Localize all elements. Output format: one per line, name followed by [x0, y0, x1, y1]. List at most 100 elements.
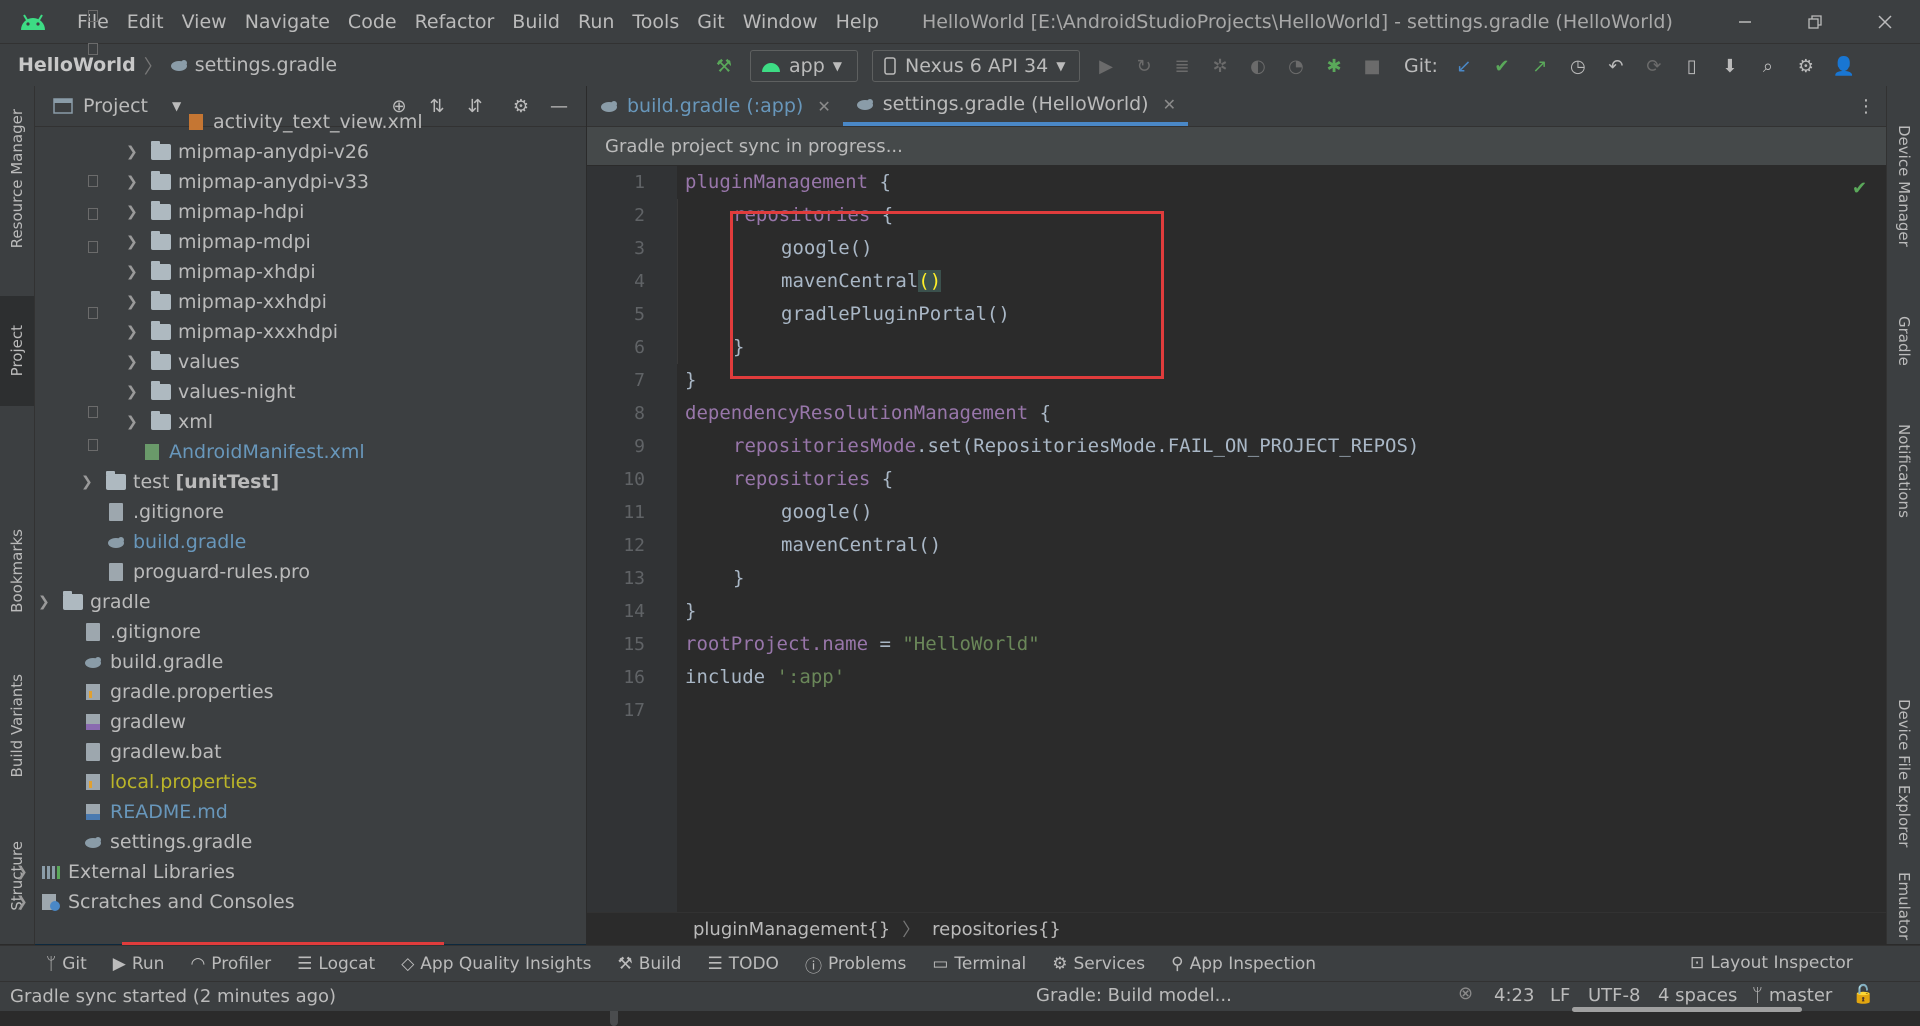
tab-project[interactable]: Project — [0, 296, 34, 406]
menu-window[interactable]: Window — [734, 11, 827, 33]
chevron-right-icon[interactable]: ❯ — [126, 167, 140, 197]
more-options-icon[interactable]: ⋮ — [1854, 94, 1878, 118]
fold-marker-icon[interactable] — [88, 241, 98, 253]
tree-item[interactable]: gradle.properties — [82, 677, 274, 707]
indent-setting[interactable]: 4 spaces — [1658, 985, 1737, 1006]
menu-edit[interactable]: Edit — [118, 11, 173, 33]
breadcrumb-plugin-management[interactable]: pluginManagement{} — [693, 919, 890, 940]
menu-view[interactable]: View — [173, 11, 236, 33]
tree-item[interactable]: ❯ Scratches and Consoles — [16, 887, 295, 917]
breadcrumb-project[interactable]: HelloWorld — [18, 54, 136, 76]
close-window-button[interactable] — [1850, 0, 1920, 43]
code-line[interactable]: repositories { — [733, 463, 893, 496]
background-task-label[interactable]: Gradle: Build model... — [1036, 985, 1232, 1006]
device-select[interactable]: Nexus 6 API 34 ▼ — [872, 50, 1080, 82]
chevron-right-icon[interactable]: ❯ — [126, 317, 140, 347]
tab-bookmarks[interactable]: Bookmarks — [0, 516, 34, 626]
apply-changes-icon[interactable]: ≣ — [1170, 54, 1194, 78]
breadcrumb-repositories[interactable]: repositories{} — [932, 919, 1061, 940]
tree-item[interactable]: ❯ mipmap-xxxhdpi — [126, 317, 338, 347]
run-config-select[interactable]: app ▼ — [750, 50, 858, 82]
project-view-select[interactable]: Project ▼ — [53, 95, 181, 117]
stop-icon[interactable]: ■ — [1360, 54, 1384, 78]
tree-item[interactable]: ❯ values-night — [126, 377, 296, 407]
git-branch-widget[interactable]: ᛘ master — [1752, 985, 1832, 1006]
tool-profiler[interactable]: ◠ Profiler — [190, 954, 271, 974]
expand-all-icon[interactable]: ⇅ — [425, 94, 449, 118]
device-manager-icon[interactable]: ▯ — [1680, 54, 1704, 78]
chevron-right-icon[interactable]: ❯ — [81, 467, 95, 497]
chevron-right-icon[interactable]: ❯ — [16, 887, 30, 917]
tree-item[interactable]: gradlew — [82, 707, 186, 737]
sync-gradle-icon[interactable]: ⟳ — [1642, 54, 1666, 78]
search-icon[interactable]: ⌕ — [1756, 54, 1780, 78]
tab-emulator[interactable]: Emulator — [1887, 866, 1920, 946]
tree-item[interactable]: ❯ gradle — [38, 587, 151, 617]
code-line[interactable]: repositoriesMode.set(RepositoriesMode.FA… — [733, 430, 1419, 463]
collapse-all-icon[interactable]: ⇵ — [463, 94, 487, 118]
tree-item[interactable]: activity_text_view.xml — [185, 107, 423, 137]
rerun-icon[interactable]: ↻ — [1132, 54, 1156, 78]
chevron-right-icon[interactable]: ❯ — [126, 347, 140, 377]
tree-item[interactable]: ❯ mipmap-anydpi-v33 — [126, 167, 369, 197]
tree-item[interactable]: AndroidManifest.xml — [141, 437, 365, 467]
tool-app-inspection[interactable]: ⚲ App Inspection — [1171, 954, 1316, 974]
options-gear-icon[interactable]: ⚙ — [509, 94, 533, 118]
avatar[interactable]: 👤 — [1832, 54, 1856, 78]
tree-item[interactable]: settings.gradle — [82, 827, 252, 857]
menu-help[interactable]: Help — [827, 11, 888, 33]
gear-icon[interactable]: ⚙ — [1794, 54, 1818, 78]
tab-device-manager[interactable]: Device Manager — [1887, 106, 1920, 266]
code-line[interactable]: google() — [781, 496, 873, 529]
chevron-right-icon[interactable]: ❯ — [126, 287, 140, 317]
code-line[interactable]: dependencyResolutionManagement { — [685, 397, 1051, 430]
coverage-icon[interactable]: ◔ — [1284, 54, 1308, 78]
code-line[interactable]: } — [685, 595, 696, 628]
git-push-icon[interactable]: ↗ — [1528, 54, 1552, 78]
chevron-right-icon[interactable]: ❯ — [126, 407, 140, 437]
fold-marker-icon[interactable] — [88, 307, 98, 319]
menu-git[interactable]: Git — [688, 11, 733, 33]
file-encoding[interactable]: UTF-8 — [1588, 985, 1640, 1006]
close-tab-icon[interactable]: ✕ — [817, 97, 830, 116]
tab-build-gradle-app[interactable]: build.gradle (:app) ✕ — [587, 86, 843, 126]
tool-logcat[interactable]: ☰ Logcat — [297, 954, 375, 974]
tree-item[interactable]: proguard-rules.pro — [105, 557, 310, 587]
tree-item[interactable]: ❯ mipmap-mdpi — [126, 227, 311, 257]
tab-device-file-explorer[interactable]: Device File Explorer — [1887, 686, 1920, 861]
chevron-right-icon[interactable]: ❯ — [126, 377, 140, 407]
tool-todo[interactable]: ☰ TODO — [707, 954, 779, 974]
fold-marker-icon[interactable] — [88, 439, 98, 451]
attach-debugger-icon[interactable]: ✱ — [1322, 54, 1346, 78]
code-line[interactable]: rootProject.name = "HelloWorld" — [685, 628, 1040, 661]
tree-item[interactable]: ❯ mipmap-hdpi — [126, 197, 304, 227]
tool-layout-inspector[interactable]: ⊡ Layout Inspector — [1690, 953, 1853, 973]
make-project-hammer-icon[interactable]: ⚒ — [712, 54, 736, 78]
tool-problems[interactable]: ⓘ Problems — [805, 952, 906, 977]
history-icon[interactable]: ◷ — [1566, 54, 1590, 78]
debug-icon[interactable]: ✲ — [1208, 54, 1232, 78]
menu-refactor[interactable]: Refactor — [406, 11, 504, 33]
tree-item[interactable]: build.gradle — [105, 527, 246, 557]
hide-panel-icon[interactable]: — — [547, 94, 571, 118]
tab-build-variants[interactable]: Build Variants — [0, 661, 34, 791]
chevron-right-icon[interactable]: ❯ — [126, 227, 140, 257]
run-icon[interactable]: ▶ — [1094, 54, 1118, 78]
tree-item[interactable]: ❯ values — [126, 347, 240, 377]
menu-build[interactable]: Build — [503, 11, 569, 33]
caret-position[interactable]: 4:23 — [1494, 985, 1534, 1006]
fold-marker-icon[interactable] — [88, 175, 98, 187]
cancel-task-icon[interactable]: ⊗ — [1458, 983, 1473, 1004]
menu-tools[interactable]: Tools — [623, 11, 688, 33]
tool-terminal[interactable]: ▭ Terminal — [932, 954, 1026, 974]
code-line[interactable]: } — [733, 562, 744, 595]
chevron-right-icon[interactable]: ❯ — [126, 197, 140, 227]
tree-item[interactable]: build.gradle — [82, 647, 223, 677]
tree-item[interactable]: ❯ xml — [126, 407, 213, 437]
breadcrumb-file[interactable]: 〉 settings.gradle — [144, 52, 337, 79]
fold-marker-icon[interactable] — [88, 10, 98, 22]
code-line[interactable]: pluginManagement { — [685, 166, 891, 199]
fold-marker-icon[interactable] — [88, 208, 98, 220]
tree-item[interactable]: .gitignore — [105, 497, 224, 527]
menu-code[interactable]: Code — [339, 11, 406, 33]
